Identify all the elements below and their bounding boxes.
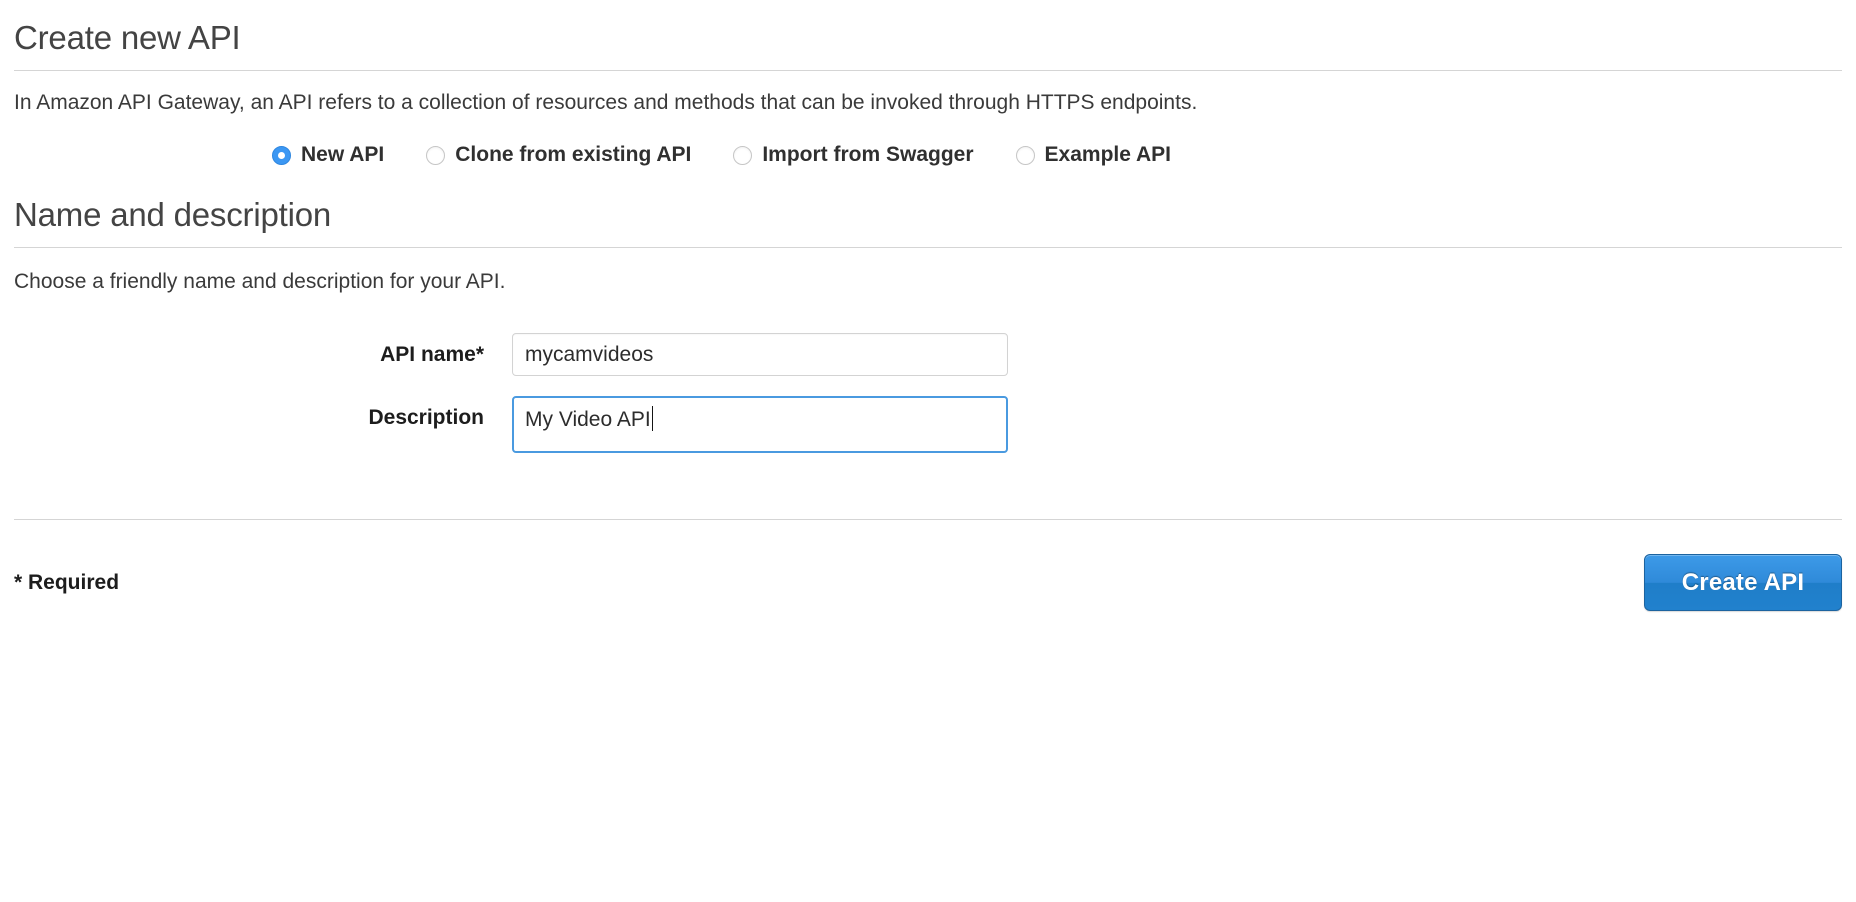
radio-label-example-api: Example API <box>1044 143 1171 166</box>
radio-option-example-api[interactable]: Example API <box>1015 143 1171 167</box>
page-title: Create new API <box>14 19 241 56</box>
title-divider <box>14 70 1842 71</box>
create-new-api-page: Create new API In Amazon API Gateway, an… <box>0 0 1856 902</box>
create-api-button[interactable]: Create API <box>1644 554 1842 611</box>
radio-label-new-api: New API <box>301 143 385 166</box>
radio-label-clone-from-existing-api: Clone from existing API <box>455 143 692 166</box>
api-name-control <box>512 333 1008 376</box>
name-and-description-title: Name and description <box>14 196 332 233</box>
radio-unselected-icon[interactable] <box>426 145 446 165</box>
radio-option-import-from-swagger[interactable]: Import from Swagger <box>733 143 974 167</box>
text-cursor <box>651 406 653 431</box>
description-input[interactable]: My Video API <box>512 396 1008 453</box>
radio-unselected-icon[interactable] <box>733 145 753 165</box>
form-row-api-name: API name* <box>14 333 1842 376</box>
name-section-hint: Choose a friendly name and description f… <box>14 270 506 293</box>
form-row-description: Description My Video API <box>14 396 1842 453</box>
intro-text: In Amazon API Gateway, an API refers to … <box>14 91 1198 114</box>
radio-option-new-api[interactable]: New API <box>272 143 384 167</box>
required-note: * Required <box>14 570 120 594</box>
api-name-input[interactable] <box>512 333 1008 376</box>
description-value: My Video API <box>525 408 651 431</box>
radio-unselected-icon[interactable] <box>1015 145 1035 165</box>
radio-selected-icon[interactable] <box>272 145 291 165</box>
radio-option-clone-from-existing-api[interactable]: Clone from existing API <box>426 143 691 167</box>
radio-label-import-from-swagger: Import from Swagger <box>762 143 974 166</box>
name-section-divider <box>14 247 1842 248</box>
form-footer: * Required Create API <box>14 554 1842 611</box>
footer-divider <box>14 519 1842 520</box>
api-name-label: API name* <box>380 343 484 366</box>
api-details-form: API name* Description My Video API <box>14 333 1842 453</box>
api-source-radio-group: New API Clone from existing API Import f… <box>14 143 1842 167</box>
description-control: My Video API <box>512 396 1008 453</box>
description-label: Description <box>368 406 484 429</box>
